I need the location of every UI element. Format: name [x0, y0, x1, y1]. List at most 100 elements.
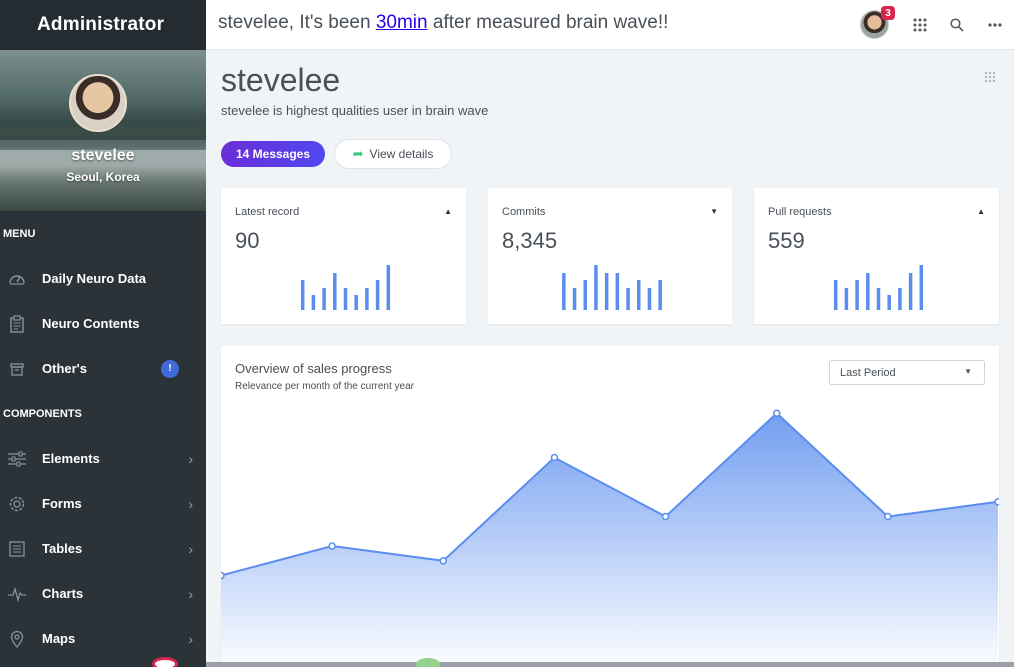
- view-details-button[interactable]: ➦ View details: [334, 139, 452, 169]
- spark-bar: [615, 273, 620, 310]
- spark-bar: [311, 295, 316, 310]
- view-details-label: View details: [369, 147, 434, 161]
- spark-bar: [386, 265, 391, 310]
- spark-bar: [637, 280, 641, 310]
- spark-bar: [626, 288, 630, 310]
- map-pin-icon: [7, 629, 27, 649]
- menu-heading: MENU: [3, 227, 36, 240]
- chevron-down-icon: ▼: [964, 367, 972, 376]
- topbar: stevelee, It's been 30min after measured…: [206, 0, 1014, 50]
- overview-title: Overview of sales progress: [235, 361, 392, 376]
- pulse-icon: [7, 584, 27, 604]
- page-subtitle: stevelee is highest qualities user in br…: [221, 103, 489, 118]
- notification-badge: 3: [881, 6, 895, 20]
- data-point[interactable]: [439, 557, 448, 565]
- sales-area-chart: [221, 409, 999, 667]
- stat-sparkbar-chart: [562, 265, 662, 310]
- stat-sparkbar-chart: [300, 265, 391, 310]
- sidebar-item-label: Elements: [42, 451, 100, 466]
- sidebar-item-label: Tables: [42, 541, 83, 556]
- caret-up-icon[interactable]: ▲: [977, 207, 985, 216]
- spark-bar: [343, 288, 348, 310]
- spark-bar: [375, 280, 380, 310]
- profile-location: Seoul, Korea: [66, 170, 140, 184]
- data-point[interactable]: [221, 571, 225, 580]
- overview-card: Overview of sales progress Relevance per…: [221, 346, 999, 667]
- stat-label: Commits: [502, 206, 546, 218]
- spark-bar: [647, 288, 652, 310]
- chevron-right-icon: ›: [188, 495, 193, 512]
- stat-sparkbar-chart: [833, 265, 924, 310]
- stat-card-latest-record: Latest record 90 ▲: [221, 188, 466, 324]
- period-select-value: Last Period: [840, 366, 896, 379]
- sidebar-item-daily-neuro-data[interactable]: Daily Neuro Data: [0, 256, 206, 301]
- spark-bar: [887, 295, 891, 310]
- chevron-right-icon: ›: [188, 540, 193, 557]
- spark-bar: [562, 273, 566, 310]
- sidebar-item-others[interactable]: Other's !: [0, 346, 206, 391]
- page-title: stevelee: [221, 62, 341, 98]
- spark-bar: [333, 273, 337, 310]
- overview-subtitle: Relevance per month of the current year: [235, 381, 414, 392]
- alert-badge: !: [161, 359, 179, 378]
- stat-value: 8,345: [502, 228, 558, 253]
- messages-button[interactable]: 14 Messages: [221, 141, 325, 167]
- stat-label: Latest record: [235, 206, 300, 218]
- gear-icon: [7, 494, 27, 514]
- sliders-icon: [7, 449, 27, 469]
- floating-green-indicator: [416, 658, 440, 667]
- data-point[interactable]: [884, 512, 892, 521]
- stat-value: 559: [768, 228, 805, 253]
- spark-bar: [354, 295, 358, 310]
- spark-bar: [365, 288, 369, 310]
- spark-bar: [876, 288, 881, 310]
- stat-card-commits: Commits 8,345 ▼: [488, 188, 732, 324]
- period-select[interactable]: Last Period ▼: [829, 360, 985, 385]
- spark-bar: [898, 288, 902, 310]
- profile-avatar[interactable]: [69, 74, 127, 132]
- spark-bar: [908, 273, 913, 310]
- brand-title: Administrator: [0, 0, 206, 50]
- sidebar-item-elements[interactable]: Elements ›: [0, 436, 206, 481]
- spark-bar: [919, 265, 924, 310]
- sidebar-item-label: Maps: [42, 631, 76, 646]
- sidebar-item-label: Forms: [42, 496, 82, 511]
- page-options-icon[interactable]: [984, 70, 996, 88]
- share-arrow-icon: ➦: [352, 146, 364, 161]
- sidebar-item-charts[interactable]: Charts ›: [0, 571, 206, 616]
- stat-value: 90: [235, 228, 260, 253]
- more-options-icon[interactable]: [986, 16, 1004, 34]
- spark-bar: [583, 280, 587, 310]
- elapsed-time-link[interactable]: 30min: [376, 12, 428, 33]
- spark-bar: [844, 288, 849, 310]
- spark-bar: [658, 280, 662, 310]
- chevron-right-icon: ›: [188, 585, 193, 602]
- spark-bar: [866, 273, 870, 310]
- data-point[interactable]: [661, 512, 670, 521]
- sidebar-item-maps[interactable]: Maps ›: [0, 616, 206, 661]
- spark-bar: [833, 280, 838, 310]
- sidebar-item-label: Neuro Contents: [42, 316, 140, 331]
- sidebar-item-forms[interactable]: Forms ›: [0, 481, 206, 526]
- sidebar-item-neuro-contents[interactable]: Neuro Contents: [0, 301, 206, 346]
- data-point[interactable]: [772, 409, 781, 418]
- sidebar-item-label: Charts: [42, 586, 84, 601]
- data-point[interactable]: [550, 453, 559, 462]
- profile-name: stevelee: [71, 147, 135, 164]
- floating-red-indicator: [152, 657, 178, 667]
- chevron-right-icon: ›: [188, 450, 193, 467]
- top-message: stevelee, It's been 30min after measured…: [218, 12, 669, 33]
- caret-up-icon[interactable]: ▲: [444, 207, 452, 216]
- components-heading: COMPONENTS: [3, 407, 82, 420]
- caret-down-icon[interactable]: ▼: [710, 207, 718, 216]
- spark-bar: [855, 280, 859, 310]
- sidebar-item-label: Other's: [42, 361, 87, 376]
- data-point[interactable]: [994, 498, 999, 506]
- data-point[interactable]: [328, 542, 336, 550]
- stat-card-pull-requests: Pull requests 559 ▲: [754, 188, 999, 324]
- apps-grid-icon[interactable]: [911, 16, 929, 34]
- sidebar-item-tables[interactable]: Tables ›: [0, 526, 206, 571]
- search-icon[interactable]: [948, 16, 966, 34]
- stat-label: Pull requests: [768, 206, 832, 218]
- area-fill: [221, 413, 998, 667]
